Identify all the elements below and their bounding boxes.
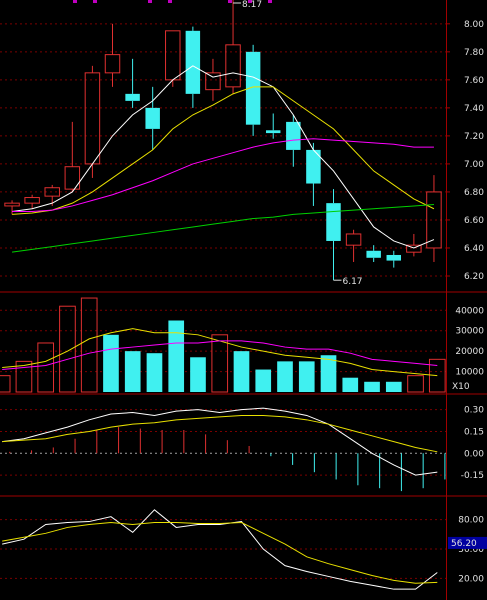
volume-bar-up bbox=[0, 375, 11, 393]
volume-bar-down bbox=[168, 320, 185, 392]
macd-tick-label: 0.15 bbox=[464, 427, 484, 437]
high-annotation: 8.17 bbox=[242, 0, 262, 10]
price-panel: 8.17 6.17 bbox=[4, 0, 442, 287]
volume-bar-down bbox=[298, 361, 315, 392]
volume-unit-label: X10 bbox=[452, 382, 470, 392]
price-tick-label: 6.60 bbox=[464, 216, 484, 226]
kdj-tick-label: 80.00 bbox=[458, 516, 484, 526]
kdj-line bbox=[2, 522, 438, 584]
low-annotation: 6.17 bbox=[342, 277, 362, 287]
macd-gridlines bbox=[0, 409, 446, 476]
candle-body-up bbox=[24, 197, 40, 204]
volume-bar-down bbox=[233, 351, 250, 392]
volume-bar-down bbox=[124, 351, 141, 392]
candle-body-down bbox=[145, 107, 160, 129]
kdj-gridlines bbox=[0, 519, 446, 579]
candle-body-up bbox=[345, 233, 362, 246]
volume-tick-label: 40000 bbox=[455, 306, 484, 316]
top-marker bbox=[268, 0, 272, 3]
price-tick-label: 7.20 bbox=[464, 132, 484, 142]
candle-body-down bbox=[125, 93, 140, 101]
price-ma-line bbox=[12, 86, 435, 215]
kdj-tick-label: 20.00 bbox=[458, 574, 484, 584]
candle-body-up bbox=[165, 30, 181, 81]
candle-body-down bbox=[265, 130, 281, 134]
macd-tick-label: 0.00 bbox=[464, 449, 484, 459]
volume-bar-up bbox=[211, 334, 229, 393]
price-gridlines bbox=[0, 23, 450, 277]
kdj-panel bbox=[2, 509, 438, 590]
candle-body-up bbox=[84, 72, 101, 165]
volume-tick-label: 20000 bbox=[455, 347, 484, 357]
volume-bar-up bbox=[37, 342, 55, 393]
volume-bar-down bbox=[103, 334, 119, 392]
volume-bar-down bbox=[255, 369, 272, 392]
volume-bar-down bbox=[146, 353, 163, 392]
candle-body-down bbox=[386, 254, 401, 261]
volume-bar-down bbox=[342, 377, 359, 392]
top-marker bbox=[228, 0, 232, 3]
price-tick-label: 6.80 bbox=[464, 188, 484, 198]
kdj-value-marker-label: 56.20 bbox=[451, 539, 477, 549]
macd-line bbox=[2, 414, 438, 453]
volume-tick-label: 10000 bbox=[455, 368, 484, 378]
volume-bar-down bbox=[364, 381, 380, 392]
candle-body-up bbox=[4, 202, 20, 207]
top-marker bbox=[93, 0, 97, 3]
volume-bar-down bbox=[277, 361, 293, 392]
candle-body-up bbox=[225, 44, 241, 88]
price-tick-label: 7.80 bbox=[464, 48, 484, 58]
volume-bar-up bbox=[59, 305, 76, 393]
volume-bar-down bbox=[190, 357, 206, 392]
price-tick-label: 8.00 bbox=[464, 20, 484, 30]
price-tick-label: 7.00 bbox=[464, 160, 484, 170]
candle-body-down bbox=[185, 30, 201, 94]
price-tick-label: 6.40 bbox=[464, 244, 484, 254]
axis-labels: 8.00 7.80 7.60 7.40 7.20 7.00 6.80 6.60 6.40 6.20… bbox=[448, 20, 487, 584]
stock-chart: 8.17 6.17 8.00 7.80 7.60 7.40 7.20 7.00 6.80 6.6… bbox=[0, 0, 487, 600]
top-marker bbox=[168, 0, 172, 3]
volume-ma-line bbox=[2, 328, 438, 377]
volume-ma-line bbox=[2, 340, 438, 371]
macd-tick-label: 0.30 bbox=[464, 406, 484, 416]
price-ma-line bbox=[11, 204, 434, 253]
volume-panel bbox=[0, 297, 446, 393]
price-tick-label: 7.60 bbox=[464, 76, 484, 86]
price-tick-label: 7.40 bbox=[464, 104, 484, 114]
candle-body-down bbox=[326, 203, 341, 241]
candle-body-down bbox=[366, 250, 381, 258]
macd-line bbox=[2, 407, 438, 476]
volume-bar-up bbox=[407, 375, 424, 393]
top-marker bbox=[73, 0, 77, 3]
macd-tick-label: -0.15 bbox=[461, 471, 484, 481]
top-marker bbox=[148, 0, 152, 3]
price-ma-line bbox=[11, 65, 435, 249]
volume-tick-label: 30000 bbox=[455, 327, 484, 337]
candle-body-up bbox=[64, 166, 81, 190]
candle-body-up bbox=[205, 72, 221, 91]
price-ma-line bbox=[12, 138, 434, 213]
volume-bar-up bbox=[80, 297, 98, 393]
kdj-line bbox=[2, 509, 438, 590]
price-tick-label: 6.20 bbox=[464, 272, 484, 282]
candle-body-up bbox=[44, 187, 60, 197]
volume-bar-down bbox=[385, 381, 402, 392]
macd-panel bbox=[2, 407, 446, 492]
candle-body-down bbox=[286, 121, 301, 150]
candle-body-up bbox=[104, 54, 121, 74]
